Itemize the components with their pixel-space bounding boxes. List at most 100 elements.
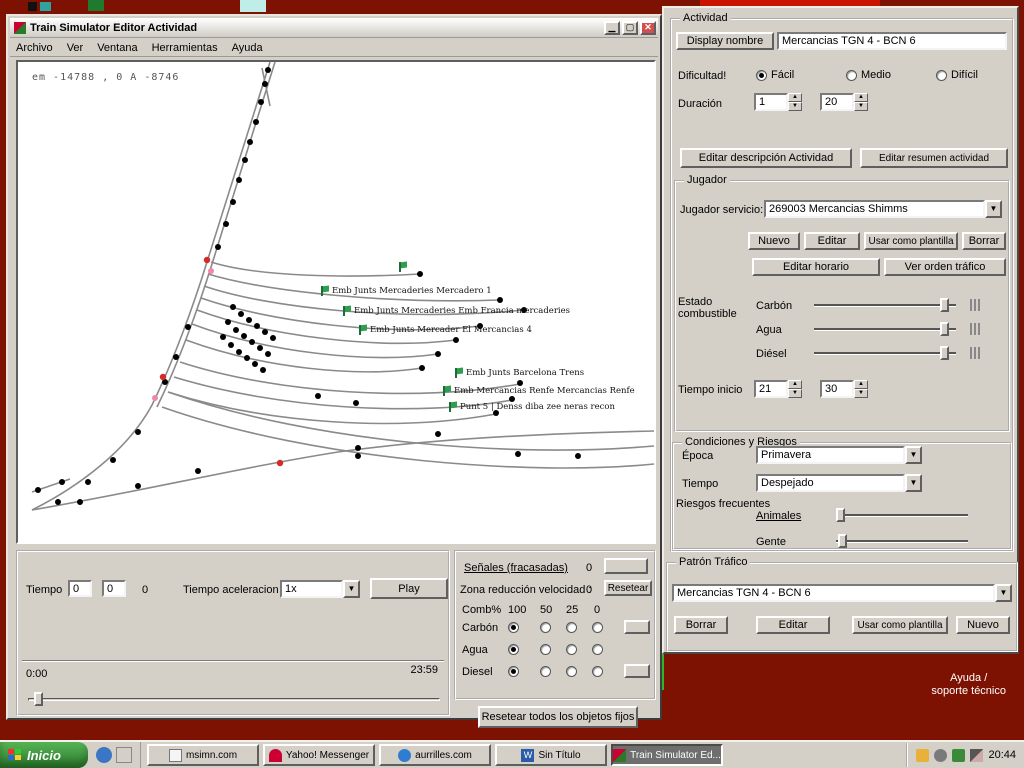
view-traffic-order-button[interactable]: Ver orden tráfico (884, 258, 1006, 276)
signals-label: Señales (fracasadas) (464, 562, 568, 574)
reset-signals-button[interactable] (604, 558, 648, 574)
coal-100-radio[interactable] (508, 622, 519, 633)
spinner-arrows[interactable]: ▲▼ (788, 380, 802, 398)
timeline-slider[interactable] (28, 692, 440, 706)
chevron-down-icon[interactable]: ▼ (905, 474, 922, 492)
diesel-0-radio[interactable] (592, 666, 603, 677)
difficulty-facil-radio[interactable]: Fácil (756, 69, 794, 81)
traffic-template-button[interactable]: Usar como plantilla (852, 616, 948, 634)
tray-camera-icon[interactable] (970, 749, 983, 762)
duration-minutes-value[interactable]: 20 (820, 93, 854, 111)
menu-archivo[interactable]: Archivo (16, 42, 53, 54)
map-marker-label[interactable]: Punt 5 | Denss diba zee neras recon (448, 402, 615, 412)
slider-handle[interactable] (940, 322, 949, 336)
spinner-arrows[interactable]: ▲▼ (788, 93, 802, 111)
map-marker-label[interactable]: Emb Junts Mercaderies Mercadero 1 (320, 286, 492, 296)
diesel-50-radio[interactable] (540, 666, 551, 677)
spinner-arrows[interactable]: ▲▼ (854, 93, 868, 111)
slider-handle[interactable] (940, 346, 949, 360)
service-edit-button[interactable]: Editar (804, 232, 860, 250)
tray-network-icon[interactable] (952, 749, 965, 762)
water-slider[interactable] (814, 322, 956, 336)
map-marker[interactable] (398, 262, 408, 272)
taskbar-task-train-simulator[interactable]: Train Simulator Ed... (611, 744, 723, 766)
maximize-button[interactable]: ▢ (622, 21, 638, 35)
route-map-view[interactable]: em -14788 , 0 A -8746 (16, 60, 656, 544)
reset-all-objects-button[interactable]: Resetear todos los objetos fijos (478, 706, 638, 728)
reset-coal-button[interactable] (624, 620, 650, 634)
duration-hours-value[interactable]: 1 (754, 93, 788, 111)
season-combo[interactable]: Primavera ▼ (756, 446, 922, 464)
difficulty-dificil-radio[interactable]: Difícil (936, 69, 978, 81)
slider-handle[interactable] (836, 508, 845, 522)
tray-volume-icon[interactable] (934, 749, 947, 762)
diesel-25-radio[interactable] (566, 666, 577, 677)
service-new-button[interactable]: Nuevo (748, 232, 800, 250)
tray-update-icon[interactable] (916, 749, 929, 762)
chevron-down-icon[interactable]: ▼ (985, 200, 1002, 218)
traffic-delete-button[interactable]: Borrar (674, 616, 728, 634)
slider-handle[interactable] (34, 692, 43, 706)
service-template-button[interactable]: Usar como plantilla (864, 232, 958, 250)
traffic-new-button[interactable]: Nuevo (956, 616, 1010, 634)
map-marker-label[interactable]: Emb Junts Mercader El Mercancias 4 (358, 325, 532, 335)
water-100-radio[interactable] (508, 644, 519, 655)
chevron-down-icon[interactable]: ▼ (343, 580, 360, 598)
diesel-slider[interactable] (814, 346, 956, 360)
reset-diesel-button[interactable] (624, 664, 650, 678)
duration-hours-spinner[interactable]: 1 ▲▼ (754, 93, 802, 111)
title-bar[interactable]: Train Simulator Editor Actividad ▁ ▢ ✕ (10, 18, 658, 38)
difficulty-medio-radio[interactable]: Medio (846, 69, 891, 81)
start-button[interactable]: Inicio (0, 742, 88, 768)
map-marker-label[interactable]: Emb Junts Barcelona Trens (454, 368, 584, 378)
start-hour-spinner[interactable]: 21 ▲▼ (754, 380, 802, 398)
animals-slider[interactable] (836, 508, 968, 522)
menu-ver[interactable]: Ver (67, 42, 84, 54)
chevron-down-icon[interactable]: ▼ (905, 446, 922, 464)
browser-icon[interactable] (96, 747, 112, 763)
taskbar-task-messenger[interactable]: Yahoo! Messenger (263, 744, 375, 766)
traffic-pattern-combo[interactable]: Mercancias TGN 4 - BCN 6 ▼ (672, 584, 1012, 602)
water-0-radio[interactable] (592, 644, 603, 655)
service-delete-button[interactable]: Borrar (962, 232, 1006, 250)
edit-schedule-button[interactable]: Editar horario (752, 258, 880, 276)
edit-description-button[interactable]: Editar descripción Actividad (680, 148, 852, 168)
map-marker-label[interactable]: Emb Mercancias Renfe Mercancias Renfe (442, 386, 635, 396)
slider-handle[interactable] (940, 298, 949, 312)
start-hour-value[interactable]: 21 (754, 380, 788, 398)
taskbar-task-msimn[interactable]: msimn.com (147, 744, 259, 766)
coal-0-radio[interactable] (592, 622, 603, 633)
chevron-down-icon[interactable]: ▼ (995, 584, 1012, 602)
water-50-radio[interactable] (540, 644, 551, 655)
taskbar-task-aurrilles[interactable]: aurrilles.com (379, 744, 491, 766)
diesel-100-radio[interactable] (508, 666, 519, 677)
player-service-combo[interactable]: 269003 Mercancias Shimms ▼ (764, 200, 1002, 218)
reset-zones-button[interactable]: Resetear (604, 580, 652, 596)
play-button[interactable]: Play (370, 578, 448, 599)
weather-combo[interactable]: Despejado ▼ (756, 474, 922, 492)
coal-50-radio[interactable] (540, 622, 551, 633)
menu-herramientas[interactable]: Herramientas (152, 42, 218, 54)
time-hours-field[interactable]: 0 (68, 580, 92, 597)
spinner-arrows[interactable]: ▲▼ (854, 380, 868, 398)
coal-25-radio[interactable] (566, 622, 577, 633)
duration-minutes-spinner[interactable]: 20 ▲▼ (820, 93, 868, 111)
traffic-edit-button[interactable]: Editar (756, 616, 830, 634)
people-slider[interactable] (836, 534, 968, 548)
start-minute-value[interactable]: 30 (820, 380, 854, 398)
time-minutes-field[interactable]: 0 (102, 580, 126, 597)
menu-ventana[interactable]: Ventana (97, 42, 137, 54)
taskbar-task-sin-titulo[interactable]: W Sin Título (495, 744, 607, 766)
menu-ayuda[interactable]: Ayuda (232, 42, 263, 54)
show-desktop-icon[interactable] (116, 747, 132, 763)
close-button[interactable]: ✕ (640, 21, 656, 35)
water-25-radio[interactable] (566, 644, 577, 655)
edit-summary-button[interactable]: Editar resumen actividad (860, 148, 1008, 168)
coal-slider[interactable] (814, 298, 956, 312)
start-minute-spinner[interactable]: 30 ▲▼ (820, 380, 868, 398)
display-name-field[interactable]: Mercancias TGN 4 - BCN 6 (777, 32, 1007, 50)
accel-combo[interactable]: 1x ▼ (280, 580, 360, 598)
map-marker-label[interactable]: Emb Junts Mercaderies Emb Francia mercad… (342, 306, 570, 316)
slider-handle[interactable] (838, 534, 847, 548)
minimize-button[interactable]: ▁ (604, 21, 620, 35)
